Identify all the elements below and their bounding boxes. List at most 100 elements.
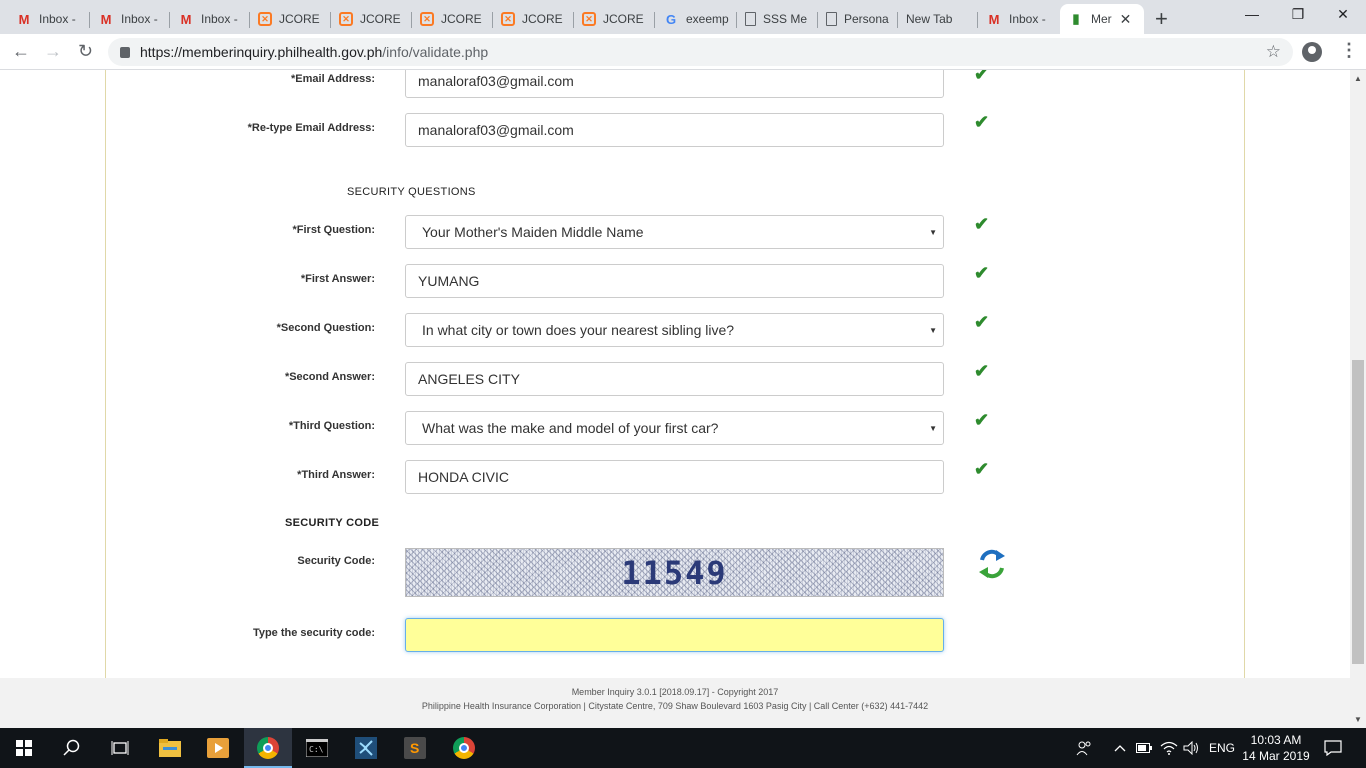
second-answer-field[interactable]: ANGELES CITY: [405, 362, 944, 396]
scroll-down-icon[interactable]: ▼: [1354, 715, 1362, 724]
scroll-up-icon[interactable]: ▲: [1354, 74, 1362, 83]
page-content: *Email Address: manaloraf03@gmail.com ✔ …: [0, 70, 1350, 728]
tab-sss[interactable]: SSS Me: [737, 4, 818, 34]
third-answer-field[interactable]: HONDA CIVIC: [405, 460, 944, 494]
tab-persona[interactable]: Persona: [818, 4, 898, 34]
security-code-input[interactable]: [405, 618, 944, 652]
second-answer-label: *Second Answer:: [284, 371, 375, 383]
chrome-taskbar-icon-2[interactable]: [440, 728, 488, 768]
task-view-icon[interactable]: [96, 728, 144, 768]
document-icon: [745, 12, 756, 26]
show-hidden-icons[interactable]: [1114, 728, 1126, 768]
tab-jcore-2[interactable]: ✕ JCORE -: [331, 4, 412, 34]
tab-exeemp[interactable]: Gexeemp: [655, 4, 737, 34]
dropdown-arrow-icon: ▼: [929, 326, 937, 335]
bookmark-star-icon[interactable]: ☆: [1266, 42, 1281, 62]
windows-taskbar: C:\ S ENG 10:03 AM 14 Mar 2019: [0, 728, 1366, 768]
dropdown-arrow-icon: ▼: [929, 228, 937, 237]
search-icon[interactable]: [48, 728, 96, 768]
wifi-icon[interactable]: [1160, 728, 1178, 768]
account-icon[interactable]: [1302, 42, 1322, 62]
command-prompt-icon[interactable]: C:\: [293, 728, 341, 768]
first-question-select[interactable]: Your Mother's Maiden Middle Name ▼: [405, 215, 944, 249]
check-icon: ✔: [974, 312, 990, 332]
second-question-select[interactable]: In what city or town does your nearest s…: [405, 313, 944, 347]
media-player-icon[interactable]: [194, 728, 242, 768]
xampp-icon: ✕: [582, 12, 596, 26]
document-icon: [826, 12, 837, 26]
system-clock[interactable]: 10:03 AM 14 Mar 2019: [1236, 732, 1316, 764]
url-text: https://memberinquiry.philhealth.gov.ph/…: [140, 44, 489, 60]
check-icon: ✔: [974, 263, 990, 283]
close-window-icon[interactable]: ✕: [1320, 6, 1366, 23]
footer-version: Member Inquiry 3.0.1 [2018.09.17] - Copy…: [571, 687, 779, 697]
minimize-icon[interactable]: —: [1229, 6, 1275, 22]
reload-icon[interactable]: ↻: [78, 41, 93, 62]
tab-inbox-3[interactable]: M Inbox -: [170, 4, 250, 34]
lock-icon: [120, 46, 130, 58]
captcha-image: 11549: [405, 548, 944, 597]
check-icon: ✔: [974, 361, 990, 381]
first-question-label: *First Question:: [292, 224, 375, 236]
gmail-icon: M: [180, 11, 192, 27]
tab-new-tab[interactable]: New Tab: [898, 4, 978, 34]
tab-jcore-5[interactable]: ✕ JCORE -: [574, 4, 655, 34]
check-icon: ✔: [974, 410, 990, 430]
language-indicator[interactable]: ENG: [1209, 728, 1235, 768]
gmail-icon: M: [988, 11, 1000, 27]
retype-email-label: *Re-type Email Address:: [247, 122, 375, 134]
people-icon[interactable]: [1076, 728, 1092, 768]
check-icon: ✔: [974, 459, 990, 479]
tab-jcore-4[interactable]: ✕ JCORE -: [493, 4, 574, 34]
tab-member-inquiry[interactable]: ▮ Mer ✕: [1060, 4, 1144, 34]
file-explorer-icon[interactable]: [146, 728, 194, 768]
forward-icon[interactable]: →: [44, 41, 62, 62]
third-question-label: *Third Question:: [288, 420, 375, 432]
action-center-icon[interactable]: [1324, 728, 1342, 768]
clock-date: 14 Mar 2019: [1242, 749, 1310, 763]
tab-inbox-2[interactable]: M Inbox -: [90, 4, 170, 34]
third-answer-label: *Third Answer:: [297, 469, 375, 481]
chrome-taskbar-icon[interactable]: [244, 728, 292, 768]
tab-jcore-1[interactable]: ✕ JCORE -: [250, 4, 331, 34]
windows-start-icon[interactable]: [0, 728, 48, 768]
retype-email-field[interactable]: manaloraf03@gmail.com: [405, 113, 944, 147]
tab-inbox-1[interactable]: M Inbox -: [8, 4, 90, 34]
google-icon: G: [665, 11, 677, 27]
third-question-select[interactable]: What was the make and model of your firs…: [405, 411, 944, 445]
svg-text:C:\: C:\: [309, 745, 324, 754]
browser-tab-strip: M Inbox - M Inbox - M Inbox - ✕ JCORE - ✕ JCO…: [0, 0, 1366, 34]
check-icon: ✔: [974, 112, 990, 132]
security-code-label: Security Code:: [297, 555, 375, 567]
scrollbar-thumb[interactable]: [1352, 360, 1364, 664]
philhealth-icon: ▮: [1072, 11, 1080, 26]
tab-jcore-3[interactable]: ✕ JCORE -: [412, 4, 493, 34]
menu-kebab-icon[interactable]: ⋮: [1340, 40, 1358, 61]
first-answer-field[interactable]: YUMANG: [405, 264, 944, 298]
svg-text:S: S: [410, 740, 419, 756]
type-code-label: Type the security code:: [252, 627, 375, 639]
xampp-icon: ✕: [339, 12, 353, 26]
xampp-icon: ✕: [420, 12, 434, 26]
back-icon[interactable]: ←: [12, 41, 30, 62]
maximize-icon[interactable]: ❐: [1275, 6, 1321, 23]
dropdown-arrow-icon: ▼: [929, 424, 937, 433]
tab-inbox-4[interactable]: M Inbox -: [978, 4, 1060, 34]
email-field[interactable]: manaloraf03@gmail.com: [405, 70, 944, 98]
volume-icon[interactable]: [1183, 728, 1201, 768]
xampp-icon: ✕: [501, 12, 515, 26]
battery-icon[interactable]: [1136, 728, 1152, 768]
refresh-captcha-icon[interactable]: [978, 548, 1006, 580]
footer-address: Philippine Health Insurance Corporation …: [421, 701, 929, 711]
new-tab-icon[interactable]: +: [1155, 6, 1168, 32]
close-tab-icon[interactable]: ✕: [1120, 11, 1132, 28]
visual-studio-icon[interactable]: [342, 728, 390, 768]
browser-toolbar: ← → ↻ https://memberinquiry.philhealth.g…: [0, 34, 1366, 70]
sublime-text-icon[interactable]: S: [391, 728, 439, 768]
second-question-label: *Second Question:: [276, 322, 375, 334]
check-icon: ✔: [974, 70, 990, 84]
gmail-icon: M: [100, 11, 112, 27]
email-label: *Email Address:: [291, 73, 375, 85]
address-bar[interactable]: https://memberinquiry.philhealth.gov.ph/…: [108, 38, 1293, 66]
vertical-scrollbar[interactable]: ▲ ▼: [1350, 70, 1366, 728]
